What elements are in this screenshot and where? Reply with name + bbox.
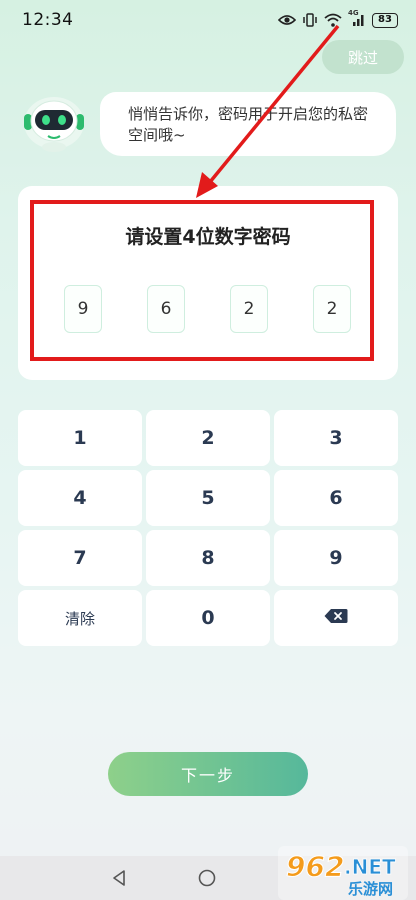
key-9[interactable]: 9 [274, 530, 398, 586]
status-time: 12:34 [22, 10, 74, 30]
annotation-highlight-box [30, 200, 374, 361]
clear-button[interactable]: 清除 [18, 590, 142, 646]
robot-avatar [18, 92, 90, 154]
watermark-suffix: .NET [344, 855, 396, 879]
key-8[interactable]: 8 [146, 530, 270, 586]
key-1[interactable]: 1 [18, 410, 142, 466]
backspace-button[interactable] [274, 590, 398, 646]
status-bar: 12:34 4G 83 [0, 0, 416, 40]
key-3[interactable]: 3 [274, 410, 398, 466]
key-4[interactable]: 4 [18, 470, 142, 526]
assistant-message-bubble: 悄悄告诉你，密码用于开启您的私密空间哦~ [100, 92, 396, 156]
network-type-label: 4G [348, 9, 359, 17]
key-0[interactable]: 0 [146, 590, 270, 646]
watermark-brand: 962 [286, 850, 344, 883]
numeric-keypad: 1 2 3 4 5 6 7 8 9 清除 0 [18, 410, 398, 646]
site-watermark-logo: 962 .NET 乐游网 [278, 846, 408, 900]
next-step-button[interactable]: 下一步 [108, 752, 308, 796]
vibrate-icon [302, 13, 318, 27]
key-7[interactable]: 7 [18, 530, 142, 586]
wifi-icon [324, 13, 342, 27]
status-icons: 4G 83 [278, 9, 398, 28]
backspace-icon [324, 607, 348, 629]
watermark-caption: 乐游网 [348, 880, 393, 898]
back-icon[interactable] [110, 869, 128, 891]
home-icon[interactable] [198, 869, 216, 891]
battery-indicator: 83 [372, 12, 398, 28]
key-5[interactable]: 5 [146, 470, 270, 526]
key-2[interactable]: 2 [146, 410, 270, 466]
skip-button[interactable]: 跳过 [322, 40, 404, 74]
signal-icon: 4G [348, 9, 366, 27]
assistant-message-text: 悄悄告诉你，密码用于开启您的私密空间哦~ [128, 105, 369, 144]
key-6[interactable]: 6 [274, 470, 398, 526]
eye-icon [278, 14, 296, 26]
